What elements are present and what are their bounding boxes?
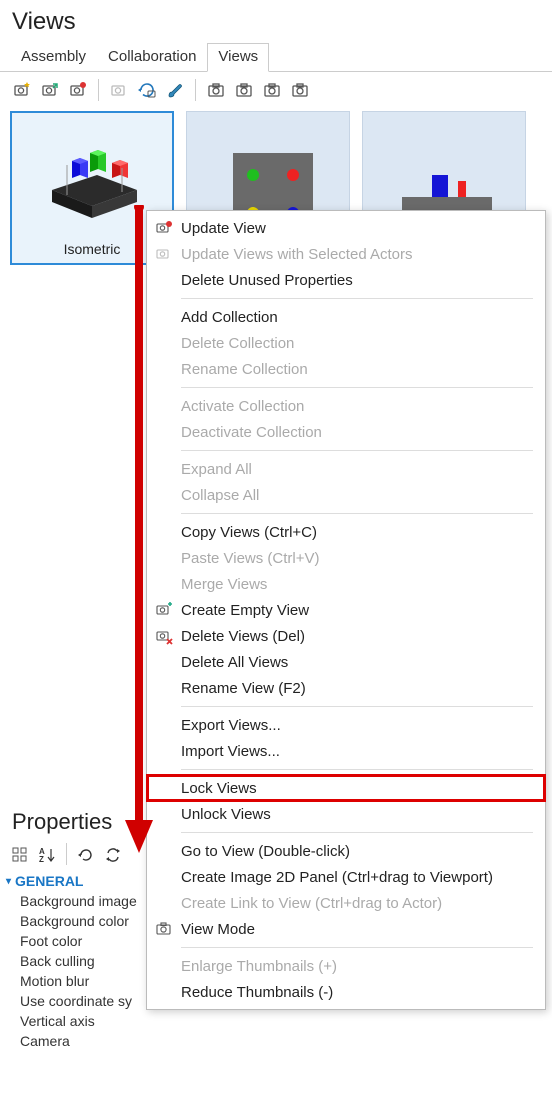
camera-arrow-icon[interactable] bbox=[38, 78, 62, 102]
menu-item-label: Deactivate Collection bbox=[181, 424, 322, 441]
menu-item-label: Merge Views bbox=[181, 576, 267, 593]
refresh-back-icon[interactable] bbox=[74, 843, 98, 867]
menu-item-label: Create Image 2D Panel (Ctrl+drag to View… bbox=[181, 869, 493, 886]
menu-item-rename-view-f2[interactable]: Rename View (F2) bbox=[147, 675, 545, 701]
sort-az-icon[interactable]: AZ bbox=[35, 843, 59, 867]
camera-icon[interactable] bbox=[288, 78, 312, 102]
menu-item-label: Go to View (Double-click) bbox=[181, 843, 350, 860]
camera-select-icon bbox=[153, 243, 175, 265]
views-toolbar bbox=[0, 72, 552, 106]
menu-item-create-image-2d-panel-ctrl-drag-to-viewport[interactable]: Create Image 2D Panel (Ctrl+drag to View… bbox=[147, 864, 545, 890]
menu-item-deactivate-collection: Deactivate Collection bbox=[147, 419, 545, 445]
collapse-triangle-icon: ▾ bbox=[6, 876, 11, 887]
menu-item-label: Delete Collection bbox=[181, 335, 294, 352]
menu-item-delete-unused-properties[interactable]: Delete Unused Properties bbox=[147, 267, 545, 293]
menu-item-label: Rename View (F2) bbox=[181, 680, 306, 697]
refresh-camera-icon[interactable] bbox=[135, 78, 159, 102]
menu-item-lock-views[interactable]: Lock Views bbox=[147, 775, 545, 801]
menu-item-label: Create Empty View bbox=[181, 602, 309, 619]
menu-item-label: Export Views... bbox=[181, 717, 281, 734]
menu-item-label: Delete Unused Properties bbox=[181, 272, 353, 289]
camera-refresh-icon bbox=[153, 217, 175, 239]
menu-separator bbox=[181, 832, 533, 833]
menu-item-label: Activate Collection bbox=[181, 398, 304, 415]
toolbar-separator bbox=[98, 79, 99, 101]
menu-item-label: Create Link to View (Ctrl+drag to Actor) bbox=[181, 895, 442, 912]
menu-separator bbox=[181, 450, 533, 451]
tab-views[interactable]: Views bbox=[207, 43, 269, 72]
menu-item-label: Enlarge Thumbnails (+) bbox=[181, 958, 337, 975]
menu-item-delete-collection: Delete Collection bbox=[147, 330, 545, 356]
panel-title: Views bbox=[0, 0, 552, 42]
camera-icon[interactable] bbox=[260, 78, 284, 102]
menu-separator bbox=[181, 769, 533, 770]
menu-item-label: Delete All Views bbox=[181, 654, 288, 671]
context-menu: Update View Update Views with Selected Ac… bbox=[146, 210, 546, 1010]
menu-item-label: Paste Views (Ctrl+V) bbox=[181, 550, 320, 567]
menu-item-unlock-views[interactable]: Unlock Views bbox=[147, 801, 545, 827]
menu-item-label: Lock Views bbox=[181, 780, 257, 797]
menu-separator bbox=[181, 947, 533, 948]
menu-item-label: Collapse All bbox=[181, 487, 259, 504]
menu-item-enlarge-thumbnails: Enlarge Thumbnails (+) bbox=[147, 953, 545, 979]
menu-item-activate-collection: Activate Collection bbox=[147, 393, 545, 419]
menu-item-go-to-view-double-click[interactable]: Go to View (Double-click) bbox=[147, 838, 545, 864]
property-row[interactable]: Vertical axis bbox=[0, 1011, 200, 1031]
menu-item-merge-views: Merge Views bbox=[147, 571, 545, 597]
menu-separator bbox=[181, 298, 533, 299]
menu-item-label: Update Views with Selected Actors bbox=[181, 246, 413, 263]
menu-item-label: Import Views... bbox=[181, 743, 280, 760]
svg-text:Z: Z bbox=[39, 855, 44, 864]
menu-item-delete-views-del[interactable]: Delete Views (Del) bbox=[147, 623, 545, 649]
toolbar-separator bbox=[195, 79, 196, 101]
camera-delete-icon bbox=[153, 625, 175, 647]
menu-item-update-views-with-selected-actors: Update Views with Selected Actors bbox=[147, 241, 545, 267]
menu-separator bbox=[181, 387, 533, 388]
refresh-two-icon[interactable] bbox=[101, 843, 125, 867]
camera-red-icon[interactable] bbox=[66, 78, 90, 102]
menu-item-paste-views-ctrl-v: Paste Views (Ctrl+V) bbox=[147, 545, 545, 571]
tab-assembly[interactable]: Assembly bbox=[10, 43, 97, 72]
menu-item-label: Reduce Thumbnails (-) bbox=[181, 984, 333, 1001]
property-row[interactable]: Camera bbox=[0, 1031, 200, 1051]
menu-item-label: View Mode bbox=[181, 921, 255, 938]
menu-item-label: Update View bbox=[181, 220, 266, 237]
menu-item-add-collection[interactable]: Add Collection bbox=[147, 304, 545, 330]
tab-collaboration[interactable]: Collaboration bbox=[97, 43, 207, 72]
menu-item-import-views[interactable]: Import Views... bbox=[147, 738, 545, 764]
camera-add-icon bbox=[153, 599, 175, 621]
menu-separator bbox=[181, 706, 533, 707]
menu-item-create-link-to-view-ctrl-drag-to-actor: Create Link to View (Ctrl+drag to Actor) bbox=[147, 890, 545, 916]
menu-item-copy-views-ctrl-c[interactable]: Copy Views (Ctrl+C) bbox=[147, 519, 545, 545]
menu-item-delete-all-views[interactable]: Delete All Views bbox=[147, 649, 545, 675]
menu-item-reduce-thumbnails[interactable]: Reduce Thumbnails (-) bbox=[147, 979, 545, 1005]
menu-item-label: Rename Collection bbox=[181, 361, 308, 378]
camera-icon[interactable] bbox=[204, 78, 228, 102]
menu-item-rename-collection: Rename Collection bbox=[147, 356, 545, 382]
menu-item-label: Delete Views (Del) bbox=[181, 628, 305, 645]
toolbar-separator bbox=[66, 843, 67, 865]
section-label: GENERAL bbox=[15, 873, 83, 889]
grid-icon[interactable] bbox=[8, 843, 32, 867]
menu-item-collapse-all: Collapse All bbox=[147, 482, 545, 508]
brush-icon[interactable] bbox=[163, 78, 187, 102]
camera-icon[interactable] bbox=[232, 78, 256, 102]
menu-item-expand-all: Expand All bbox=[147, 456, 545, 482]
menu-separator bbox=[181, 513, 533, 514]
camera-star-icon[interactable] bbox=[10, 78, 34, 102]
menu-item-label: Unlock Views bbox=[181, 806, 271, 823]
camera-icon bbox=[153, 918, 175, 940]
menu-item-update-view[interactable]: Update View bbox=[147, 215, 545, 241]
tabs-bar: Assembly Collaboration Views bbox=[0, 42, 552, 72]
menu-item-export-views[interactable]: Export Views... bbox=[147, 712, 545, 738]
menu-item-label: Copy Views (Ctrl+C) bbox=[181, 524, 317, 541]
menu-item-create-empty-view[interactable]: Create Empty View bbox=[147, 597, 545, 623]
camera-gray-icon[interactable] bbox=[107, 78, 131, 102]
menu-item-view-mode[interactable]: View Mode bbox=[147, 916, 545, 942]
menu-item-label: Expand All bbox=[181, 461, 252, 478]
menu-item-label: Add Collection bbox=[181, 309, 278, 326]
